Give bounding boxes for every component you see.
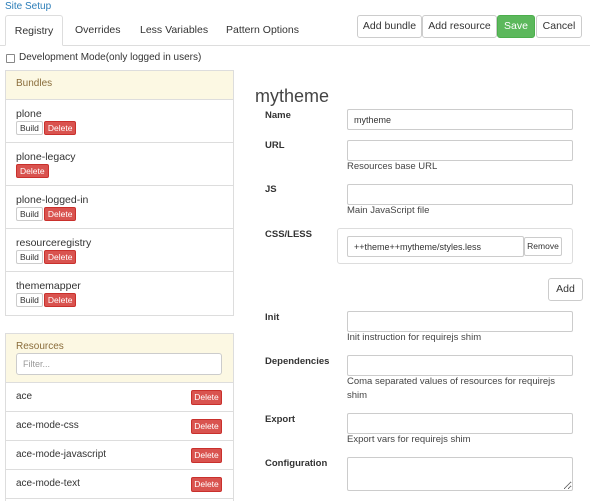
add-bundle-button[interactable]: Add bundle (357, 15, 422, 38)
js-help: Main JavaScript file (347, 205, 430, 216)
url-label: URL (265, 140, 285, 151)
bundle-actions: Build Delete (16, 121, 77, 135)
export-input[interactable] (347, 413, 573, 434)
site-setup-link[interactable]: Site Setup (5, 1, 51, 13)
resources-title: Resources (16, 341, 64, 352)
url-input[interactable] (347, 140, 573, 161)
js-label: JS (265, 184, 277, 195)
remove-button[interactable]: Remove (524, 237, 562, 256)
resources-list: ace Delete ace-mode-css Delete ace-mode-… (6, 383, 233, 499)
tab-overrides[interactable]: Overrides (75, 15, 121, 46)
delete-button[interactable]: Delete (16, 164, 49, 178)
tab-less-variables[interactable]: Less Variables (140, 15, 208, 46)
tab-pattern-options[interactable]: Pattern Options (226, 15, 299, 46)
build-button[interactable]: Build (16, 250, 43, 264)
delete-button[interactable]: Delete (43, 121, 77, 135)
bundle-name[interactable]: plone-legacy (16, 150, 76, 164)
resources-panel: Resources ace Delete ace-mode-css Delete… (5, 333, 234, 501)
build-button[interactable]: Build (16, 121, 43, 135)
save-button[interactable]: Save (497, 15, 535, 38)
init-input[interactable] (347, 311, 573, 332)
export-help: Export vars for requirejs shim (347, 434, 471, 445)
resource-item[interactable]: ace-mode-text Delete (6, 470, 233, 499)
bundle-name[interactable]: plone (16, 107, 42, 121)
css-less-input[interactable] (347, 236, 524, 257)
bundle-actions: Build Delete (16, 293, 77, 307)
css-less-label: CSS/LESS (265, 229, 312, 240)
init-help: Init instruction for requirejs shim (347, 332, 482, 343)
bundle-actions: Build Delete (16, 250, 77, 264)
resources-filter-input[interactable] (16, 353, 222, 375)
bundles-title: Bundles (16, 78, 53, 89)
add-css-button[interactable]: Add (548, 278, 583, 301)
delete-button[interactable]: Delete (43, 250, 77, 264)
resource-item[interactable]: ace Delete (6, 383, 233, 412)
configuration-label: Configuration (265, 458, 328, 469)
form-title: mytheme (255, 86, 330, 106)
bundle-name[interactable]: thememapper (16, 279, 81, 293)
build-button[interactable]: Build (16, 293, 43, 307)
bundle-name[interactable]: plone-logged-in (16, 193, 88, 207)
delete-button[interactable]: Delete (191, 390, 222, 405)
bundle-item[interactable]: resourceregistry Build Delete (6, 229, 233, 272)
dependencies-help: Coma separated values of resources for r… (347, 376, 556, 401)
resource-name[interactable]: ace-mode-css (16, 412, 79, 440)
bundles-panel: Bundles plone Build Delete plone-legacy … (5, 70, 234, 316)
cancel-button[interactable]: Cancel (536, 15, 582, 38)
bundle-item[interactable]: plone-legacy Delete (6, 143, 233, 186)
export-label: Export (265, 414, 296, 425)
name-input[interactable] (347, 109, 573, 130)
bundles-list: plone Build Delete plone-legacy Delete p… (6, 100, 233, 315)
init-label: Init (265, 312, 280, 323)
build-button[interactable]: Build (16, 207, 43, 221)
tab-registry[interactable]: Registry (5, 15, 63, 46)
name-label: Name (265, 110, 291, 121)
delete-button[interactable]: Delete (191, 448, 222, 463)
resource-name[interactable]: ace-mode-text (16, 470, 80, 498)
bundle-name[interactable]: resourceregistry (16, 236, 91, 250)
dependencies-label: Dependencies (265, 356, 330, 367)
resource-name[interactable]: ace (16, 383, 32, 411)
resource-item[interactable]: ace-mode-css Delete (6, 412, 233, 441)
bundle-actions: Delete (16, 164, 49, 178)
bundle-item[interactable]: thememapper Build Delete (6, 272, 233, 315)
bundles-header: Bundles (6, 71, 233, 100)
configuration-textarea[interactable] (347, 457, 573, 491)
dependencies-input[interactable] (347, 355, 573, 376)
delete-button[interactable]: Delete (191, 419, 222, 434)
bundle-actions: Build Delete (16, 207, 77, 221)
bundle-item[interactable]: plone-logged-in Build Delete (6, 186, 233, 229)
delete-button[interactable]: Delete (43, 293, 77, 307)
bundle-item[interactable]: plone Build Delete (6, 100, 233, 143)
url-help: Resources base URL (347, 161, 438, 172)
resource-name[interactable]: ace-mode-javascript (16, 441, 106, 469)
dev-mode-checkbox[interactable] (6, 54, 15, 63)
add-resource-button[interactable]: Add resource (422, 15, 497, 38)
dev-mode-label: Development Mode(only logged in users) (19, 52, 202, 63)
resources-header: Resources (6, 334, 233, 383)
delete-button[interactable]: Delete (43, 207, 77, 221)
delete-button[interactable]: Delete (191, 477, 222, 492)
js-input[interactable] (347, 184, 573, 205)
resource-item[interactable]: ace-mode-javascript Delete (6, 441, 233, 470)
